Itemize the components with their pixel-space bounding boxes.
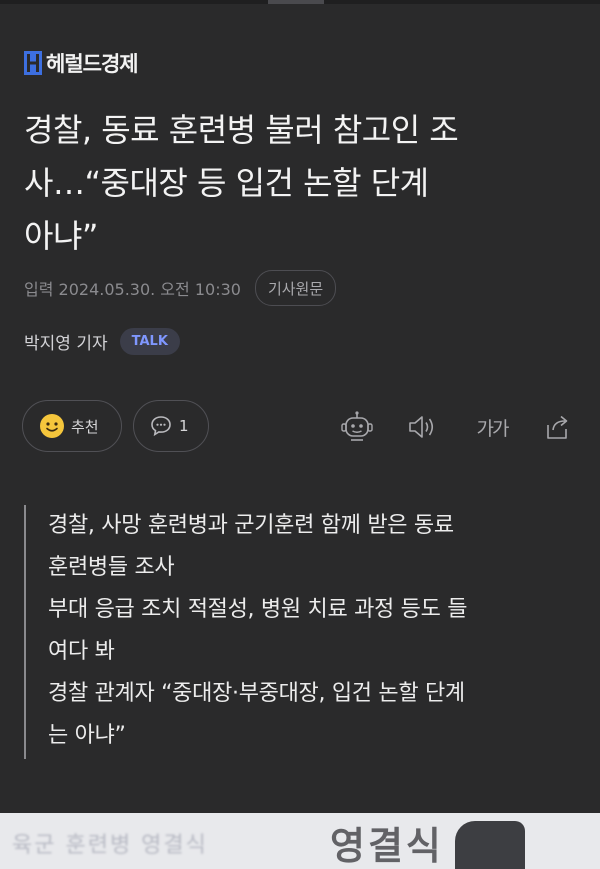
share-icon bbox=[547, 415, 568, 439]
headline-line: 사…“중대장 등 입건 논할 단계 bbox=[24, 164, 429, 202]
summary-line: 여다 봐 bbox=[48, 639, 115, 664]
share-button[interactable] bbox=[540, 410, 574, 444]
comment-count: 1 bbox=[179, 417, 189, 435]
publish-date: 입력 2024.05.30. 오전 10:30 bbox=[24, 280, 241, 299]
comment-icon bbox=[151, 416, 171, 437]
summary-line: 경찰 관계자 “중대장·부중대장, 입건 논할 단계 bbox=[48, 681, 465, 706]
article-headline: 경찰, 동료 훈련병 불러 참고인 조 사…“중대장 등 입건 논할 단계 아냐… bbox=[24, 104, 580, 263]
author-name[interactable]: 박지영 기자 bbox=[24, 329, 108, 354]
robot-icon bbox=[341, 411, 373, 441]
photo-background-text: 육군 훈련병 영결식 bbox=[12, 833, 208, 858]
listen-button[interactable] bbox=[406, 410, 440, 444]
article-photo: 육군 훈련병 영결식 영결식 거 bbox=[0, 813, 600, 869]
article-summary: 경찰, 사망 훈련병과 군기훈련 함께 받은 동료 훈련병들 조사 부대 응급 … bbox=[24, 505, 580, 759]
author-row: 박지영 기자 TALK bbox=[24, 328, 180, 355]
brand-name: 헤럴드경제 bbox=[46, 52, 139, 76]
recommend-label: 추천 bbox=[71, 417, 99, 436]
brand-logo[interactable]: 헤럴드경제 bbox=[24, 48, 139, 78]
action-bar: 추천 1 가가 bbox=[22, 400, 578, 454]
herald-logo-icon bbox=[24, 51, 42, 75]
article-meta: 입력 2024.05.30. 오전 10:30 기사원문 bbox=[24, 270, 337, 306]
original-article-button[interactable]: 기사원문 bbox=[254, 270, 337, 306]
photo-figure bbox=[455, 821, 525, 869]
headline-line: 경찰, 동료 훈련병 불러 참고인 조 bbox=[24, 111, 459, 149]
summary-line: 경찰, 사망 훈련병과 군기훈련 함께 받은 동료 bbox=[48, 513, 454, 538]
top-accent bbox=[268, 0, 324, 4]
speaker-icon bbox=[409, 416, 434, 438]
summary-line: 훈련병들 조사 bbox=[48, 555, 175, 580]
summary-line: 부대 응급 조치 적절성, 병원 치료 과정 등도 들 bbox=[48, 597, 468, 622]
headline-line: 아냐” bbox=[24, 217, 98, 255]
ai-summary-button[interactable] bbox=[340, 410, 374, 444]
smiley-icon bbox=[40, 414, 64, 438]
font-size-icon: 가가 bbox=[476, 417, 510, 440]
recommend-button[interactable]: 추천 bbox=[22, 400, 122, 452]
talk-badge[interactable]: TALK bbox=[119, 328, 180, 355]
font-size-button[interactable]: 가가 bbox=[472, 410, 512, 444]
comment-button[interactable]: 1 bbox=[133, 400, 209, 452]
top-status-strip bbox=[0, 0, 600, 4]
summary-line: 는 아냐” bbox=[48, 723, 126, 748]
